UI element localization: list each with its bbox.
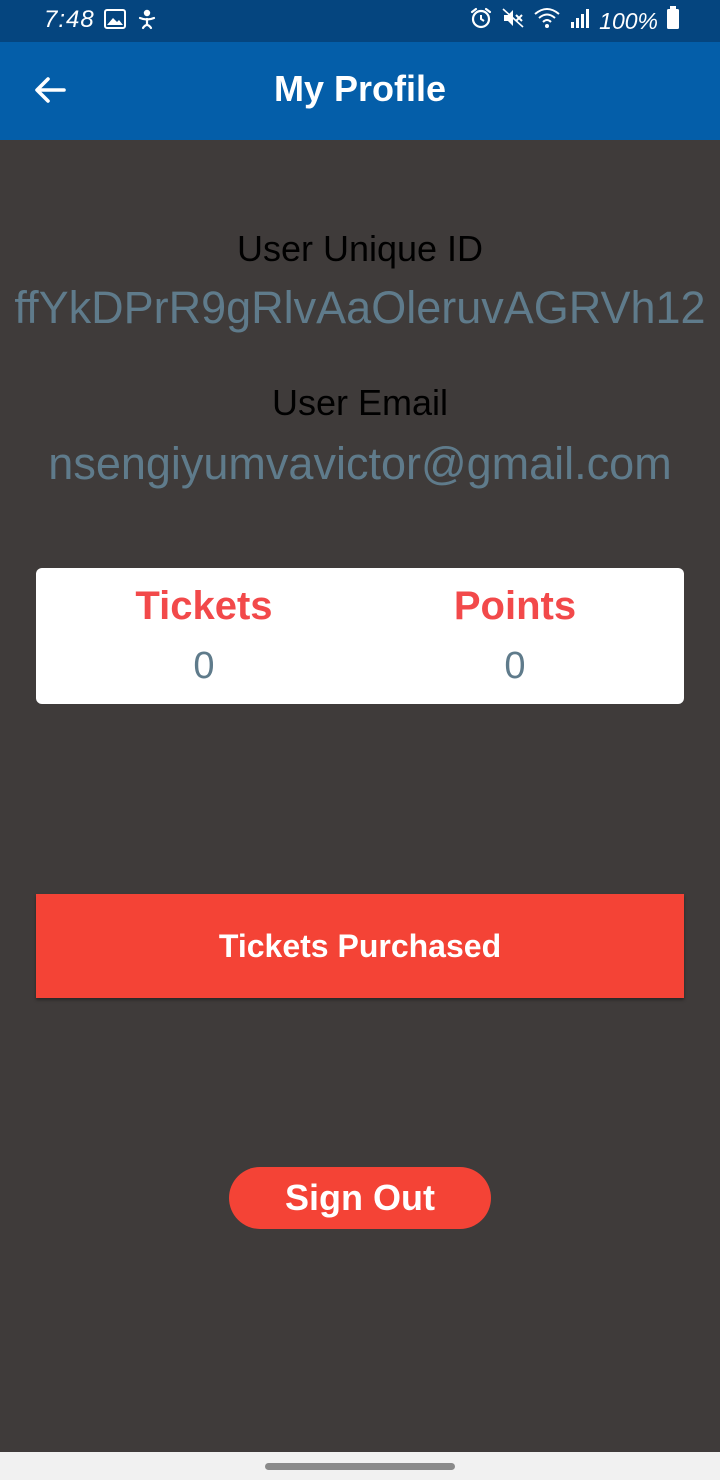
- sign-out-button[interactable]: Sign Out: [229, 1167, 491, 1229]
- tickets-count: 0: [193, 645, 215, 687]
- user-id-label: User Unique ID: [236, 228, 484, 269]
- points-stat: Points 0: [385, 582, 645, 690]
- alarm-icon: [469, 6, 493, 36]
- status-time: 7:48: [44, 6, 95, 33]
- points-label: Points: [453, 584, 577, 628]
- battery-icon: [666, 6, 680, 36]
- status-bar: 7:48 100%: [0, 0, 720, 42]
- stats-card: Tickets 0 Points 0: [36, 568, 684, 704]
- system-nav-bar: [0, 1452, 720, 1480]
- battery-percent: 100%: [599, 7, 658, 34]
- tickets-stat: Tickets 0: [74, 582, 334, 690]
- user-id-value: ffYkDPrR9gRlvAaOleruvAGRVh12: [14, 282, 706, 333]
- status-right-icons: 100%: [469, 6, 680, 36]
- home-handle[interactable]: [265, 1463, 455, 1470]
- user-email-label: User Email: [271, 382, 449, 423]
- points-count: 0: [504, 645, 526, 687]
- tickets-purchased-button[interactable]: Tickets Purchased: [36, 894, 684, 998]
- image-icon: [104, 9, 126, 34]
- wifi-icon: [533, 6, 561, 36]
- page-title: My Profile: [273, 68, 447, 109]
- app-bar: My Profile: [0, 42, 720, 140]
- accessibility-icon: [136, 8, 158, 35]
- user-email-value: nsengiyumvavictor@gmail.com: [48, 438, 672, 489]
- signal-icon: [569, 7, 591, 35]
- tickets-label: Tickets: [135, 584, 273, 628]
- status-left-icons: [104, 8, 158, 35]
- mute-icon: [501, 6, 525, 36]
